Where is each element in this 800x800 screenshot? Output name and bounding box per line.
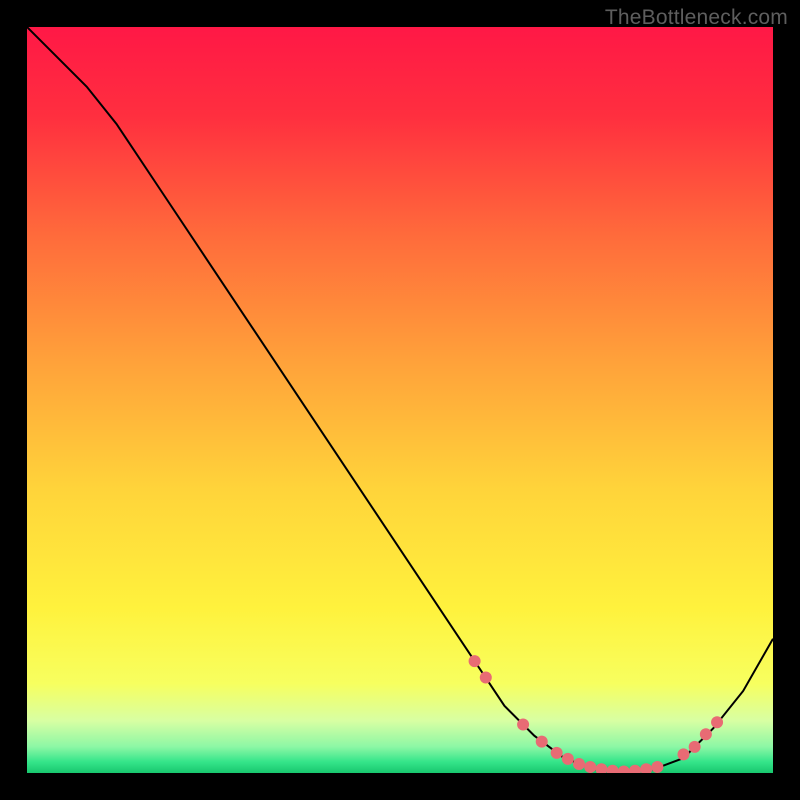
marker-point xyxy=(517,719,529,731)
marker-point xyxy=(480,672,492,684)
chart-svg xyxy=(27,27,773,773)
marker-point xyxy=(536,736,548,748)
watermark-text: TheBottleneck.com xyxy=(605,6,788,30)
marker-point xyxy=(573,758,585,770)
marker-point xyxy=(562,753,574,765)
marker-point xyxy=(700,728,712,740)
marker-point xyxy=(651,761,663,773)
plot-area xyxy=(27,27,773,773)
gradient-background xyxy=(27,27,773,773)
chart-container: TheBottleneck.com xyxy=(0,0,800,800)
marker-point xyxy=(677,748,689,760)
marker-point xyxy=(551,747,563,759)
marker-point xyxy=(469,655,481,667)
marker-point xyxy=(689,741,701,753)
marker-point xyxy=(584,761,596,773)
marker-point xyxy=(711,716,723,728)
